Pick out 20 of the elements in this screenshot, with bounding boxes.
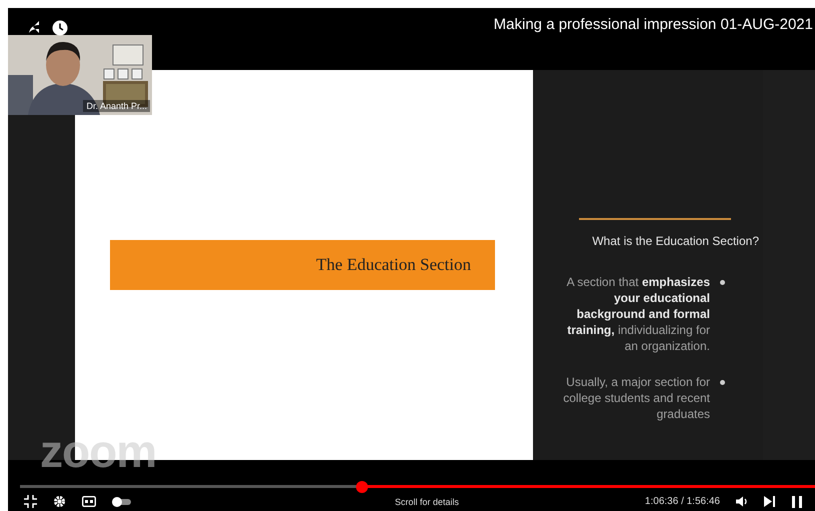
slide-subtitle: What is the Education Section? (592, 234, 759, 248)
exit-fullscreen-icon[interactable] (24, 495, 37, 508)
settings-icon[interactable] (53, 495, 66, 508)
participant-name: Dr. Ananth Pr... (83, 100, 150, 112)
bullet-text: Usually, a major section for college students and recent graduates (562, 374, 710, 422)
bullet-icon (720, 280, 725, 285)
bullet-text: A section that emphasizes your educational background and formal training, individualizing for an organization. (566, 274, 710, 354)
clock-icon[interactable] (52, 20, 68, 36)
skip-next-icon[interactable] (764, 496, 775, 508)
volume-icon[interactable] (736, 496, 748, 508)
captions-icon[interactable] (82, 496, 96, 508)
video-title: Making a professional impression 01-AUG-2021 (494, 16, 813, 32)
bullet-icon (720, 380, 725, 385)
pause-icon[interactable] (791, 494, 803, 509)
time-display: 1:06:36 / 1:56:46 (644, 496, 720, 508)
progress-bar[interactable] (20, 485, 815, 488)
toggle-icon[interactable] (112, 496, 132, 507)
scroll-hint[interactable]: Scroll for details (394, 496, 459, 507)
progress-handle[interactable] (356, 481, 368, 493)
slide-heading: The Education Section (316, 255, 471, 275)
